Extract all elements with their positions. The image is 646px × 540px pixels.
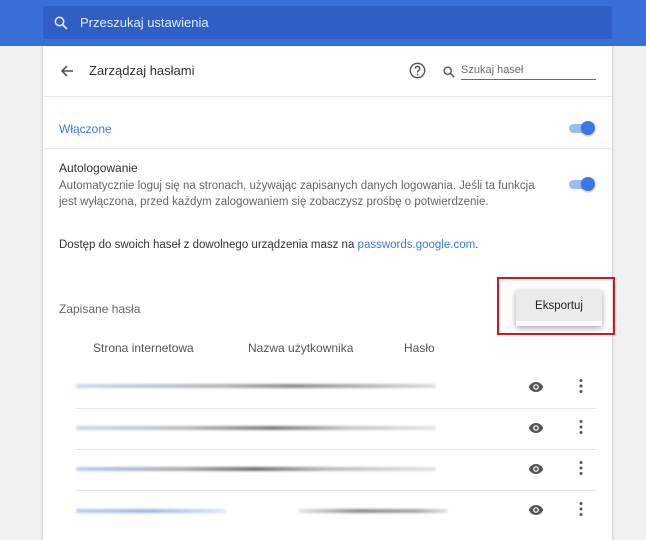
eye-icon[interactable] [528, 421, 544, 433]
highlight-annotation-box [497, 277, 615, 335]
page-title: Zarządzaj hasłami [89, 63, 195, 78]
blurred-entry [76, 384, 436, 388]
enabled-toggle[interactable] [569, 121, 595, 135]
toggle-knob [581, 121, 595, 135]
autologin-title: Autologowanie [59, 161, 138, 175]
top-bar: Przeszukaj ustawienia [0, 0, 646, 46]
saved-passwords-heading: Zapisane hasła [59, 302, 141, 316]
more-vert-icon[interactable] [578, 378, 584, 394]
column-header-password: Hasło [404, 341, 435, 355]
password-row[interactable] [76, 450, 596, 491]
password-search-input[interactable] [461, 60, 596, 80]
eye-icon[interactable] [528, 503, 544, 515]
settings-search-box[interactable]: Przeszukaj ustawienia [43, 6, 612, 39]
settings-search-placeholder: Przeszukaj ustawienia [80, 15, 209, 30]
blurred-entry [298, 509, 448, 513]
blurred-entry [76, 509, 226, 513]
blurred-entry [76, 426, 436, 430]
divider [43, 96, 612, 97]
autologin-description: Automatycznie loguj się na stronach, uży… [59, 180, 535, 208]
help-icon[interactable] [409, 62, 426, 79]
column-header-username: Nazwa użytkownika [248, 341, 354, 355]
password-row[interactable] [76, 491, 596, 532]
eye-icon[interactable] [528, 462, 544, 474]
access-info: Dostęp do swoich haseł z dowolnego urząd… [59, 239, 478, 251]
more-vert-icon[interactable] [578, 419, 584, 435]
passwords-link[interactable]: passwords.google.com [358, 239, 476, 251]
password-row[interactable] [76, 368, 596, 409]
access-text: Dostęp do swoich haseł z dowolnego urząd… [59, 239, 358, 251]
toggle-knob [581, 177, 595, 191]
eye-icon[interactable] [528, 380, 544, 392]
access-suffix: . [475, 239, 479, 251]
password-row[interactable] [76, 409, 596, 450]
divider [43, 148, 612, 149]
search-icon [443, 65, 455, 78]
more-vert-icon[interactable] [578, 460, 584, 476]
autologin-toggle[interactable] [569, 177, 595, 191]
blurred-entry [76, 467, 436, 471]
search-icon [54, 16, 68, 30]
column-header-website: Strona internetowa [93, 341, 194, 355]
back-arrow-icon[interactable] [59, 63, 75, 79]
enabled-label: Włączone [59, 122, 112, 136]
page-header: Zarządzaj hasłami [43, 46, 612, 96]
more-vert-icon[interactable] [578, 501, 584, 517]
